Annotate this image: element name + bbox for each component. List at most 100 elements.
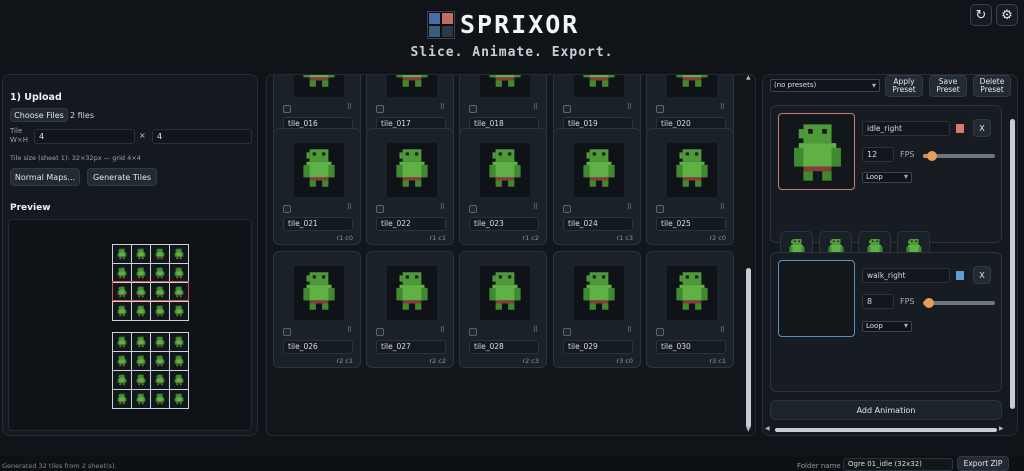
tile-checkbox[interactable]	[376, 105, 384, 113]
tile-name-input[interactable]: tile_029	[563, 340, 633, 354]
save-preset-button[interactable]: Save Preset	[929, 75, 967, 97]
drag-handle-icon[interactable]: ⠿	[533, 103, 538, 111]
drag-handle-icon[interactable]: ⠿	[627, 326, 632, 334]
drag-handle-icon[interactable]: ⠿	[440, 203, 445, 211]
tile-checkbox[interactable]	[656, 205, 664, 213]
animation-color-swatch[interactable]	[956, 271, 964, 280]
selection-highlight	[112, 281, 189, 301]
tile-checkbox[interactable]	[469, 105, 477, 113]
tile-card[interactable]: ⠿ tile_025 r2 c0	[646, 128, 734, 245]
tile-checkbox[interactable]	[469, 328, 477, 336]
apply-preset-button[interactable]: Apply Preset	[885, 75, 923, 97]
tile-name-input[interactable]: tile_022	[376, 217, 446, 231]
fps-slider-knob[interactable]	[923, 298, 934, 308]
drag-handle-icon[interactable]: ⠿	[440, 103, 445, 111]
fps-input[interactable]: 8	[862, 294, 894, 309]
tile-checkbox[interactable]	[469, 205, 477, 213]
tile-card[interactable]: ⠿ tile_021 r1 c0	[273, 128, 361, 245]
sheet-cell	[170, 352, 188, 370]
animation-color-swatch[interactable]	[956, 124, 964, 133]
remove-animation-button[interactable]: X	[973, 266, 991, 284]
drag-handle-icon[interactable]: ⠿	[533, 326, 538, 334]
upload-title: 1) Upload	[10, 92, 62, 103]
tile-checkbox[interactable]	[656, 328, 664, 336]
sheet-cell	[113, 333, 131, 351]
generate-tiles-button[interactable]: Generate Tiles	[87, 168, 157, 186]
drag-handle-icon[interactable]: ⠿	[533, 203, 538, 211]
drag-handle-icon[interactable]: ⠿	[347, 203, 352, 211]
animation-panel-hscrollbar[interactable]: ◀ ▶	[765, 425, 1004, 433]
tile-card[interactable]: ⠿ tile_028 r2 c3	[459, 251, 547, 368]
tile-row-col: r1 c3	[616, 234, 633, 242]
tile-name-input[interactable]: tile_021	[283, 217, 353, 231]
animation-name-input[interactable]: walk_right	[862, 268, 950, 283]
drag-handle-icon[interactable]: ⠿	[627, 103, 632, 111]
tile-name-input[interactable]: tile_026	[283, 340, 353, 354]
tile-card[interactable]: ⠿ tile_030 r3 c1	[646, 251, 734, 368]
drag-handle-icon[interactable]: ⠿	[627, 203, 632, 211]
choose-files-button[interactable]: Choose Files	[10, 108, 68, 122]
refresh-button[interactable]: ↻	[970, 4, 992, 26]
tile-sprite	[387, 75, 437, 97]
tile-sprite	[480, 75, 530, 97]
drag-handle-icon[interactable]: ⠿	[347, 103, 352, 111]
normal-maps-button[interactable]: Normal Maps...	[10, 168, 80, 186]
sheet-cell	[132, 333, 150, 351]
tile-height-input[interactable]: 4	[152, 129, 252, 144]
tile-card[interactable]: ⠿ tile_023 r1 c2	[459, 128, 547, 245]
animation-preview	[778, 113, 855, 190]
delete-preset-button[interactable]: Delete Preset	[973, 75, 1011, 97]
sheet-cell	[132, 302, 150, 320]
tile-checkbox[interactable]	[376, 328, 384, 336]
sheet-cell	[113, 245, 131, 263]
animation-panel-vscrollbar[interactable]	[1009, 75, 1017, 433]
tile-card[interactable]: ⠿ tile_022 r1 c1	[366, 128, 454, 245]
drag-handle-icon[interactable]: ⠿	[347, 326, 352, 334]
tile-name-input[interactable]: tile_028	[469, 340, 539, 354]
fps-slider[interactable]	[923, 151, 995, 161]
tile-name-input[interactable]: tile_023	[469, 217, 539, 231]
tile-checkbox[interactable]	[283, 328, 291, 336]
settings-button[interactable]: ⚙	[996, 4, 1018, 26]
tile-row-col: r3 c1	[709, 357, 726, 365]
drag-handle-icon[interactable]: ⠿	[720, 103, 725, 111]
tile-width-input[interactable]: 4	[34, 129, 135, 144]
gear-icon: ⚙	[1001, 7, 1013, 23]
animation-name-input[interactable]: idle_right	[862, 121, 950, 136]
fps-slider-knob[interactable]	[926, 151, 937, 161]
tile-checkbox[interactable]	[283, 105, 291, 113]
export-zip-button[interactable]: Export ZIP	[957, 456, 1009, 471]
sheet-cell	[151, 245, 169, 263]
tile-checkbox[interactable]	[563, 205, 571, 213]
tile-card[interactable]: ⠿ tile_026 r2 c1	[273, 251, 361, 368]
tile-checkbox[interactable]	[563, 105, 571, 113]
tile-checkbox[interactable]	[563, 328, 571, 336]
loop-select[interactable]: Loop	[862, 172, 912, 183]
tile-card[interactable]: ⠿ tile_029 r3 c0	[553, 251, 641, 368]
drag-handle-icon[interactable]: ⠿	[720, 203, 725, 211]
folder-name-input[interactable]: Ogre 01_idle (32x32)	[843, 458, 953, 471]
tile-card[interactable]: ⠿ tile_027 r2 c2	[366, 251, 454, 368]
remove-animation-button[interactable]: X	[973, 119, 991, 137]
fps-input[interactable]: 12	[862, 147, 894, 162]
tile-checkbox[interactable]	[376, 205, 384, 213]
preset-select[interactable]: (no presets)	[770, 79, 880, 92]
tile-row-col: r2 c0	[709, 234, 726, 242]
tile-card[interactable]: ⠿ tile_024 r1 c3	[553, 128, 641, 245]
add-animation-button[interactable]: Add Animation	[770, 400, 1002, 420]
tile-name-input[interactable]: tile_025	[656, 217, 726, 231]
fps-slider[interactable]	[923, 298, 995, 308]
tile-name-input[interactable]: tile_027	[376, 340, 446, 354]
tile-name-input[interactable]: tile_030	[656, 340, 726, 354]
tile-sprite	[294, 143, 344, 197]
drag-handle-icon[interactable]: ⠿	[440, 326, 445, 334]
drag-handle-icon[interactable]: ⠿	[720, 326, 725, 334]
loop-select[interactable]: Loop	[862, 321, 912, 332]
tile-name-input[interactable]: tile_024	[563, 217, 633, 231]
tile-row-col: r3 c0	[616, 357, 633, 365]
tile-grid-scrollbar[interactable]: ▲ ▼	[744, 74, 754, 436]
tile-checkbox[interactable]	[656, 105, 664, 113]
tile-checkbox[interactable]	[283, 205, 291, 213]
header: SPRIXOR Slice. Animate. Export. ↻ ⚙	[0, 0, 1024, 70]
fps-label: FPS	[900, 150, 915, 159]
